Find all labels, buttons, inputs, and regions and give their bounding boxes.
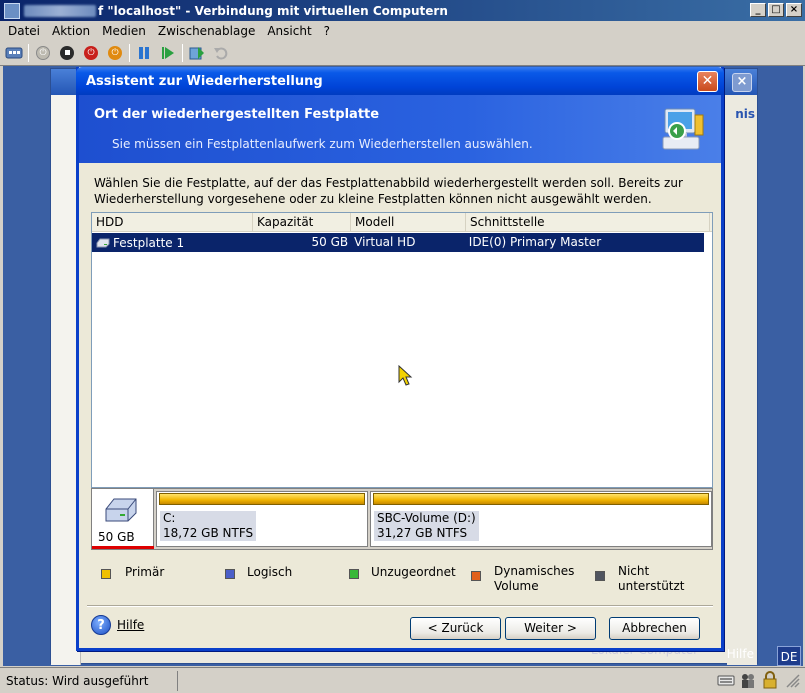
hard-disk-icon xyxy=(96,238,110,247)
revert-icon[interactable] xyxy=(211,43,231,63)
toolbar-separator xyxy=(28,43,29,62)
resume-icon[interactable] xyxy=(158,43,178,63)
step-title: Ort der wiederhergestellten Festplatte xyxy=(94,107,380,122)
legend-unsupported: Nicht unterstützt xyxy=(618,564,685,594)
keyboard-icon xyxy=(717,675,735,686)
legend-unallocated: Unzugeordnet xyxy=(371,565,456,579)
disk-size-label: 50 GB xyxy=(98,530,135,544)
legend-logical-swatch xyxy=(225,569,235,579)
disk-name: Festplatte 1 xyxy=(113,235,185,250)
legend-unsupported-line1: Nicht xyxy=(618,564,650,578)
menu-medien[interactable]: Medien xyxy=(96,24,152,38)
legend-primary-swatch xyxy=(101,569,111,579)
disk-summary[interactable]: 50 GB xyxy=(92,489,154,549)
partition-name: C: xyxy=(163,511,176,525)
legend-dynamic-line2: Volume xyxy=(494,579,539,593)
partition-name: SBC-Volume (D:) xyxy=(377,511,476,525)
user-icon xyxy=(742,674,754,688)
disk-selection-indicator xyxy=(92,546,154,549)
computer-restore-icon xyxy=(662,108,704,150)
wizard-description: Wählen Sie die Festplatte, auf der das F… xyxy=(94,176,683,206)
disk-partition-map: 50 GB C: 18,72 GB NTFS SBC-Volume (D:) 3… xyxy=(91,488,713,550)
partition-size: 18,72 GB NTFS xyxy=(163,526,254,540)
background-close-icon[interactable]: × xyxy=(732,73,752,92)
partition-label: C: 18,72 GB NTFS xyxy=(160,511,257,541)
partition-usage-bar xyxy=(373,493,709,505)
list-header: HDD Kapazität Modell Schnittstelle xyxy=(92,213,712,232)
disk-model: Virtual HD xyxy=(354,235,416,249)
menu-aktion[interactable]: Aktion xyxy=(46,24,96,38)
background-right-panel: nis Hilfe xyxy=(727,95,757,665)
legend-primary: Primär xyxy=(125,565,165,579)
ctrl-alt-del-icon[interactable] xyxy=(4,43,24,63)
menu-help[interactable]: ? xyxy=(318,24,336,38)
step-subtitle: Sie müssen ein Festplattenlaufwerk zum W… xyxy=(112,137,533,151)
menu-datei[interactable]: Datei xyxy=(2,24,46,38)
disk-capacity: 50 GB xyxy=(311,235,349,249)
close-button[interactable]: × xyxy=(786,3,802,17)
menu-ansicht[interactable]: Ansicht xyxy=(261,24,317,38)
shutdown-icon[interactable]: ⏻ xyxy=(81,43,101,63)
toolbar-separator xyxy=(129,43,130,62)
vm-window-title: f "localhost" - Verbindung mit virtuelle… xyxy=(98,3,448,18)
status-bar: Status: Wird ausgeführt xyxy=(0,667,805,693)
maximize-button[interactable]: □ xyxy=(768,3,784,17)
disk-interface: IDE(0) Primary Master xyxy=(468,235,602,249)
legend-dynamic: Dynamisches Volume xyxy=(494,564,574,594)
column-capacity[interactable]: Kapazität xyxy=(253,213,351,231)
partition-size: 31,27 GB NTFS xyxy=(377,526,468,540)
blurred-title-part xyxy=(24,4,96,17)
reset-icon[interactable]: ⏻ xyxy=(105,43,125,63)
partition-c[interactable]: C: 18,72 GB NTFS xyxy=(156,491,368,547)
footer-separator xyxy=(87,605,713,607)
table-row[interactable]: Festplatte 1 50 GB Virtual HD IDE(0) Pri… xyxy=(92,233,704,252)
wizard-title: Assistent zur Wiederherstellung xyxy=(86,73,323,89)
back-button[interactable]: < Zurück xyxy=(410,617,501,640)
column-interface[interactable]: Schnittstelle xyxy=(466,213,710,231)
mouse-cursor-icon xyxy=(398,365,413,386)
brand-logo-text: nis xyxy=(735,107,755,121)
background-help-link[interactable]: Hilfe xyxy=(727,647,754,661)
resize-grip-icon[interactable] xyxy=(783,671,801,689)
next-button[interactable]: Weiter > xyxy=(505,617,596,640)
partition-label: SBC-Volume (D:) 31,27 GB NTFS xyxy=(374,511,479,541)
vm-toolbar: ⏻ ⏻ ⏻ xyxy=(0,40,805,66)
partition-d[interactable]: SBC-Volume (D:) 31,27 GB NTFS xyxy=(370,491,712,547)
cancel-button[interactable]: Abbrechen xyxy=(609,617,700,640)
toolbar-separator xyxy=(182,43,183,62)
partition-usage-bar xyxy=(159,493,365,505)
column-hdd[interactable]: HDD xyxy=(92,213,253,231)
help-icon[interactable]: ? xyxy=(91,615,111,635)
menu-zwischenablage[interactable]: Zwischenablage xyxy=(152,24,261,38)
disk-list-view[interactable]: HDD Kapazität Modell Schnittstelle Festp… xyxy=(91,212,713,488)
vm-title-bar: f "localhost" - Verbindung mit virtuelle… xyxy=(0,0,805,21)
wizard-close-icon[interactable]: ✕ xyxy=(697,71,718,92)
power-on-icon[interactable]: ⏻ xyxy=(33,43,53,63)
language-indicator[interactable]: DE xyxy=(777,646,801,666)
hard-disk-icon xyxy=(105,498,137,522)
help-button[interactable]: Hilfe xyxy=(117,618,144,632)
legend-unsupported-swatch xyxy=(595,571,605,581)
recovery-wizard-dialog: Assistent zur Wiederherstellung ✕ Ort de… xyxy=(76,67,724,651)
column-model[interactable]: Modell xyxy=(351,213,466,231)
vm-status-text: Status: Wird ausgeführt xyxy=(0,670,178,691)
stop-icon[interactable] xyxy=(57,43,77,63)
legend-dynamic-swatch xyxy=(471,571,481,581)
wizard-header: Ort der wiederhergestellten Festplatte S… xyxy=(79,95,721,163)
minimize-button[interactable]: _ xyxy=(750,3,766,17)
lock-icon xyxy=(763,671,777,689)
pause-icon[interactable] xyxy=(134,43,154,63)
legend-dynamic-line1: Dynamisches xyxy=(494,564,575,578)
vm-menu-bar: Datei Aktion Medien Zwischenablage Ansic… xyxy=(0,21,805,40)
snapshot-icon[interactable] xyxy=(187,43,207,63)
legend-logical: Logisch xyxy=(247,565,293,579)
legend-unsupported-line2: unterstützt xyxy=(618,579,685,593)
legend-unallocated-swatch xyxy=(349,569,359,579)
wizard-title-bar: Assistent zur Wiederherstellung xyxy=(76,67,724,95)
vm-connection-icon xyxy=(4,2,20,19)
